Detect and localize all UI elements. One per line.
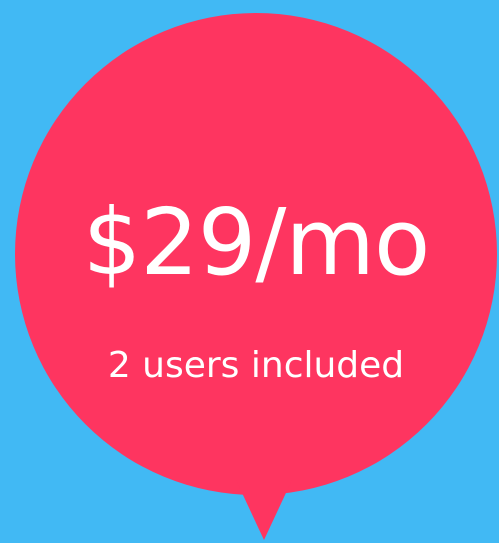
users-included-label: 2 users included xyxy=(107,345,405,386)
speech-bubble-tail xyxy=(236,480,292,540)
price-label: $29/mo xyxy=(82,189,431,296)
